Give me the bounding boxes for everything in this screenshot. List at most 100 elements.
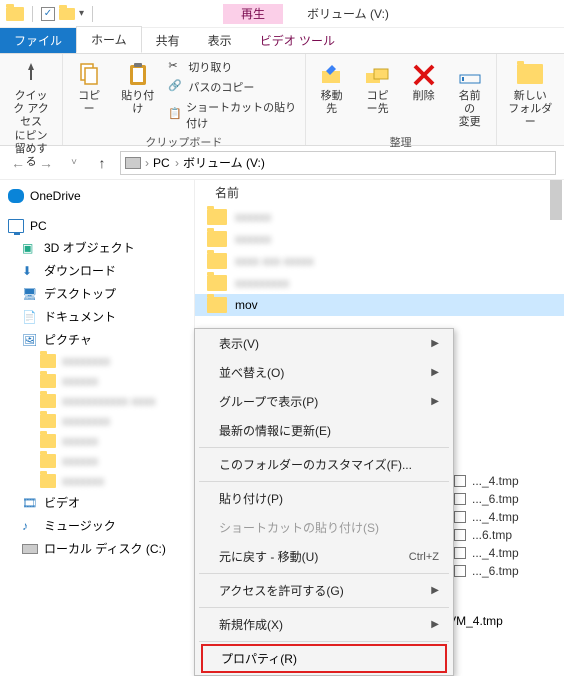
file-row[interactable]: ..._4.tmp	[454, 472, 519, 490]
tree-subfolder[interactable]: xxxxxxxxxxx xxxx	[0, 391, 194, 411]
separator	[199, 481, 449, 482]
tree-subfolder[interactable]: xxxxxx	[0, 431, 194, 451]
window-title: ボリューム (V:)	[307, 5, 389, 22]
tab-file[interactable]: ファイル	[0, 28, 76, 53]
tree-onedrive[interactable]: OneDrive	[0, 186, 194, 206]
quick-access-toolbar: ✓ ▾	[0, 6, 103, 22]
download-icon: ⬇	[22, 264, 38, 278]
ctx-properties[interactable]: プロパティ(R)	[201, 644, 447, 673]
cloud-icon	[8, 189, 24, 203]
checkbox[interactable]	[454, 475, 466, 487]
file-row[interactable]: ..._4.tmp	[454, 544, 519, 562]
checkbox[interactable]	[454, 511, 466, 523]
tree-pc[interactable]: PC	[0, 216, 194, 236]
paste-button[interactable]: 貼り付け	[115, 58, 160, 118]
checkbox[interactable]	[454, 493, 466, 505]
picture-icon: 🖼	[22, 333, 38, 347]
tree-subfolder[interactable]: xxxxxx	[0, 451, 194, 471]
folder-row[interactable]: xxxxxx	[195, 228, 564, 250]
desktop-icon: 🖥	[22, 287, 38, 301]
copy-to-button[interactable]: コピー先	[358, 58, 398, 118]
chevron-right-icon: ▶	[431, 367, 439, 378]
tree-pictures[interactable]: 🖼ピクチャ	[0, 328, 194, 351]
file-rows-partial: ..._4.tmp ..._6.tmp ..._4.tmp ...6.tmp .…	[454, 472, 519, 580]
rename-button[interactable]: 名前の 変更	[450, 58, 490, 132]
context-menu: 表示(V)▶ 並べ替え(O)▶ グループで表示(P)▶ 最新の情報に更新(E) …	[194, 328, 454, 676]
tree-downloads[interactable]: ⬇ダウンロード	[0, 259, 194, 282]
tree-video[interactable]: 🎞ビデオ	[0, 491, 194, 514]
tree-music[interactable]: ♪ミュージック	[0, 514, 194, 537]
tree-local-disk[interactable]: ローカル ディスク (C:)	[0, 537, 194, 560]
copy-path-button[interactable]: 🔗パスのコピー	[166, 78, 298, 96]
file-row[interactable]: ..._6.tmp	[454, 490, 519, 508]
tab-share[interactable]: 共有	[142, 28, 194, 53]
breadcrumb[interactable]: ボリューム (V:)	[183, 154, 267, 171]
cut-button[interactable]: ✂切り取り	[166, 58, 298, 76]
nav-back[interactable]: ←	[8, 155, 28, 171]
folder-icon	[207, 297, 227, 313]
tab-video-tools[interactable]: ビデオ ツール	[246, 28, 349, 53]
folder-icon	[207, 275, 227, 291]
qat-dropdown[interactable]: ▾	[79, 8, 84, 19]
delete-button[interactable]: 削除	[404, 58, 444, 105]
drive-icon	[22, 544, 38, 554]
ctx-group[interactable]: グループで表示(P)▶	[195, 387, 453, 416]
tab-view[interactable]: 表示	[194, 28, 246, 53]
move-to-button[interactable]: 移動先	[312, 58, 352, 118]
folder-row-selected[interactable]: mov	[195, 294, 564, 316]
file-row[interactable]: ..._6.tmp	[454, 562, 519, 580]
folder-row[interactable]: xxxxxxxxx	[195, 272, 564, 294]
file-row[interactable]: ..._4.tmp	[454, 508, 519, 526]
ctx-share-access[interactable]: アクセスを許可する(G)▶	[195, 576, 453, 605]
tree-subfolder[interactable]: xxxxxxxx	[0, 351, 194, 371]
folder-icon	[6, 7, 24, 21]
nav-forward: →	[36, 155, 56, 171]
new-folder-button[interactable]: 新しい フォルダー	[503, 58, 558, 132]
ctx-sort[interactable]: 並べ替え(O)▶	[195, 358, 453, 387]
checkbox[interactable]	[454, 547, 466, 559]
folder-row[interactable]: xxxx xxx xxxxx	[195, 250, 564, 272]
ctx-view[interactable]: 表示(V)▶	[195, 329, 453, 358]
folder-icon	[40, 374, 56, 388]
chevron-right-icon: ▶	[431, 585, 439, 596]
titlebar: ✓ ▾ 再生 ボリューム (V:)	[0, 0, 564, 28]
tree-subfolder[interactable]: xxxxxx	[0, 371, 194, 391]
nav-up[interactable]: ↑	[92, 155, 112, 171]
folder-icon	[207, 209, 227, 225]
column-header-name[interactable]: 名前	[215, 184, 239, 201]
tree-subfolder[interactable]: xxxxxxxx	[0, 411, 194, 431]
copy-button[interactable]: コピー	[69, 58, 109, 118]
ctx-customize[interactable]: このフォルダーのカスタマイズ(F)...	[195, 450, 453, 479]
checkbox[interactable]	[454, 565, 466, 577]
file-row[interactable]: ...6.tmp	[454, 526, 519, 544]
navigation-tree: OneDrive PC ▣3D オブジェクト ⬇ダウンロード 🖥デスクトップ 📄…	[0, 180, 195, 636]
chevron-right-icon: ▶	[431, 396, 439, 407]
music-icon: ♪	[22, 519, 38, 533]
tree-subfolder[interactable]: xxxxxxx	[0, 471, 194, 491]
document-icon: 📄	[22, 310, 38, 324]
folder-icon	[40, 414, 56, 428]
tree-3d-objects[interactable]: ▣3D オブジェクト	[0, 236, 194, 259]
checkbox[interactable]	[454, 529, 466, 541]
ribbon: クイック アクセス にピン留めする コピー 貼り付け ✂切り取り 🔗パスのコピー…	[0, 54, 564, 146]
paste-shortcut-button[interactable]: 📋ショートカットの貼り付け	[166, 98, 298, 132]
tree-documents[interactable]: 📄ドキュメント	[0, 305, 194, 328]
address-bar[interactable]: › PC ボリューム (V:)	[120, 151, 556, 175]
ctx-paste[interactable]: 貼り付け(P)	[195, 484, 453, 513]
tab-home[interactable]: ホーム	[76, 26, 142, 53]
folder-row[interactable]: xxxxxx	[195, 206, 564, 228]
breadcrumb[interactable]: PC	[153, 156, 179, 170]
ctx-paste-shortcut: ショートカットの貼り付け(S)	[195, 513, 453, 542]
cube-icon: ▣	[22, 241, 38, 255]
tree-desktop[interactable]: 🖥デスクトップ	[0, 282, 194, 305]
nav-recent[interactable]: ˅	[64, 157, 84, 168]
ctx-undo[interactable]: 元に戻す - 移動(U)Ctrl+Z	[195, 542, 453, 571]
folder-icon	[207, 231, 227, 247]
pc-icon	[8, 219, 24, 233]
ctx-refresh[interactable]: 最新の情報に更新(E)	[195, 416, 453, 445]
qat-checkbox[interactable]: ✓	[41, 7, 55, 21]
ctx-new[interactable]: 新規作成(X)▶	[195, 610, 453, 639]
video-icon: 🎞	[22, 496, 38, 510]
contextual-tab-play[interactable]: 再生	[223, 4, 283, 24]
folder-icon	[59, 8, 75, 20]
